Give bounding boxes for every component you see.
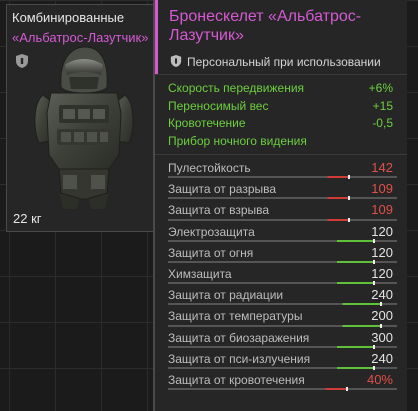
stat-bar [168, 259, 397, 264]
stat-bar [168, 344, 397, 349]
stat-row-label: Защита от кровотечения [168, 372, 305, 387]
stat-row: Защита от радиации 240 [155, 286, 407, 307]
stat-row-label: Защита от огня [168, 245, 254, 260]
stat-bar-marker [379, 323, 382, 328]
stat-bar-marker [373, 344, 376, 349]
stat-row: Защита от кровотечения 40% [155, 371, 407, 392]
stat-bar [168, 323, 397, 328]
stat-row-value: 120 [371, 223, 393, 239]
stat-bar-marker [373, 281, 376, 286]
item-category: Комбинированные [12, 10, 125, 25]
stat-bar-marker [345, 387, 348, 392]
stat-row: Защита от пси-излучения 240 [155, 350, 407, 371]
stat-bar [168, 365, 397, 370]
stat-bar [168, 302, 397, 307]
tooltip-header: Бронескелет «Альбатрос-Лазутчик» Персона… [155, 0, 407, 75]
stat-bar-fill [168, 239, 375, 242]
stat-row-value: 300 [371, 329, 393, 345]
bonus-row: Скорость передвижения +6% [155, 79, 407, 97]
bonus-row-label: Кровотечение [168, 116, 246, 130]
bonus-row: Кровотечение -0,5 [155, 114, 407, 132]
stat-row: Защита от температуры 200 [155, 307, 407, 328]
stat-bar-fill [168, 197, 349, 200]
exoskeleton-armor-image [34, 46, 134, 209]
stat-bar [168, 175, 397, 180]
bonus-row-label: Прибор ночного видения [168, 133, 307, 148]
stat-row-label: Защита от биозаражения [168, 330, 310, 345]
bonus-row-label: Скорость передвижения [168, 81, 305, 95]
stat-row-label: Защита от температуры [168, 309, 303, 324]
stat-bar-fill [168, 260, 375, 263]
stat-row-value: 200 [371, 308, 393, 324]
bonus-row: Переносимый вес +15 [155, 97, 407, 115]
stat-row-label: Защита от пси-излучения [168, 351, 311, 366]
bonus-list: Скорость передвижения +6% Переносимый вес +… [155, 75, 407, 155]
stat-bar [168, 196, 397, 201]
inventory-item-card[interactable]: Комбинированные «Альбатрос-Лазутчик» 22 … [6, 4, 154, 232]
stat-row-label: Защита от взрыва [168, 203, 270, 218]
stat-bar-fill [168, 345, 375, 348]
stat-bar-fill [168, 388, 347, 391]
shield-icon [170, 55, 182, 67]
stat-row: Электрозащита 120 [155, 223, 407, 244]
bonus-row: Прибор ночного видения [155, 132, 407, 150]
stat-row: Защита от биозаражения 300 [155, 329, 407, 350]
stat-row-value: 109 [371, 181, 393, 197]
stat-row: Химзащита 120 [155, 265, 407, 286]
stat-row-value: 240 [371, 287, 393, 303]
stat-bar-marker [347, 196, 350, 201]
stat-bar [168, 217, 397, 222]
stat-bar-fill [168, 303, 381, 306]
bonus-row-value: -0,5 [372, 116, 393, 130]
tooltip-title: Бронескелет «Альбатрос-Лазутчик» [169, 8, 362, 44]
stat-row: Защита от огня 120 [155, 244, 407, 265]
stat-row-label: Электрозащита [168, 224, 255, 239]
item-tooltip: Бронескелет «Альбатрос-Лазутчик» Персона… [153, 0, 407, 411]
stat-row-label: Пулестойкость [168, 161, 251, 175]
rarity-accent-bar [155, 0, 158, 74]
shield-icon [16, 54, 28, 68]
stat-bar-fill [168, 282, 375, 285]
stat-bar-marker [373, 238, 376, 243]
stat-bar-marker [347, 175, 350, 180]
stat-row-value: 120 [371, 244, 393, 260]
stat-bar-marker [379, 302, 382, 307]
stat-row-value: 142 [371, 160, 393, 175]
stat-bar [168, 387, 397, 392]
stat-row-label: Защита от разрыва [168, 182, 277, 197]
stat-bar-fill [168, 218, 349, 221]
stat-bar [168, 238, 397, 243]
personal-use-note: Персональный при использовании [187, 55, 381, 69]
stat-row-label: Защита от радиации [168, 288, 284, 303]
stat-row-label: Химзащита [168, 266, 232, 281]
bonus-row-value: +15 [372, 98, 393, 113]
bonus-row-label: Переносимый вес [168, 98, 269, 113]
stat-row-value: 109 [371, 202, 393, 218]
stat-bar-fill [168, 366, 375, 369]
stat-row-value: 40% [366, 371, 393, 387]
item-weight: 22 кг [13, 211, 42, 226]
protection-stats: Пулестойкость 142 Защита от разрыва 109 Защи… [155, 155, 407, 392]
stat-bar-fill [168, 176, 349, 179]
stat-bar-fill [168, 324, 381, 327]
stat-row: Пулестойкость 142 [155, 159, 407, 180]
stat-row: Защита от взрыва 109 [155, 201, 407, 222]
stat-bar-marker [373, 365, 376, 370]
stat-bar-marker [373, 259, 376, 264]
stat-bar [168, 281, 397, 286]
stat-row-value: 240 [371, 350, 393, 366]
stat-row: Защита от разрыва 109 [155, 180, 407, 201]
stat-row-value: 120 [371, 265, 393, 281]
bonus-row-value: +6% [368, 81, 393, 95]
stat-bar-marker [347, 217, 350, 222]
